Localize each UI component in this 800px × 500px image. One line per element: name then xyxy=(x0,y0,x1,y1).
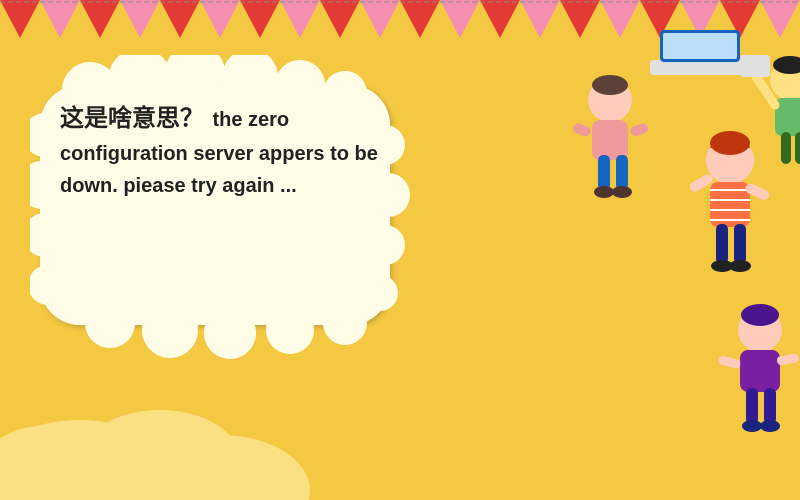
people-figures xyxy=(420,0,800,500)
speech-bubble-container: 这是啥意思？ the zero configuration server app… xyxy=(30,55,410,380)
bubble-text: 这是啥意思？ the zero configuration server app… xyxy=(60,100,380,202)
chinese-question: 这是啥意思？ xyxy=(60,105,204,132)
